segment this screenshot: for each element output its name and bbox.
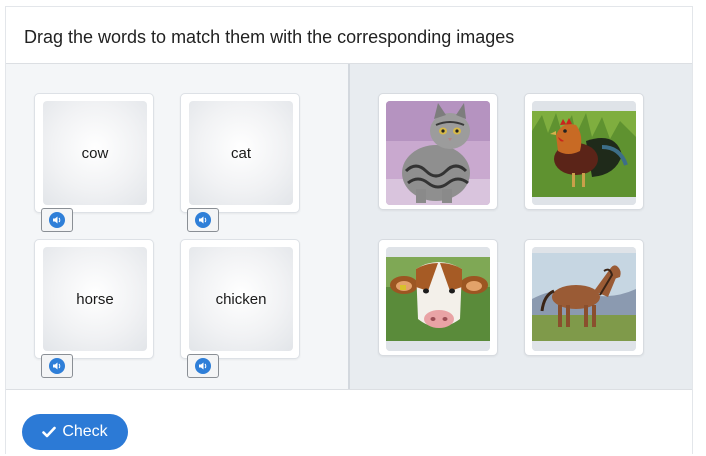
word-bank: cow cat horse chicken bbox=[6, 64, 350, 389]
word-card-face: cow bbox=[43, 101, 147, 205]
word-label: cat bbox=[230, 144, 251, 162]
audio-button-cat[interactable] bbox=[187, 208, 219, 232]
drop-target-cow[interactable] bbox=[378, 239, 498, 356]
audio-button-cow[interactable] bbox=[41, 208, 73, 232]
audio-button-horse[interactable] bbox=[41, 354, 73, 378]
horse-image bbox=[532, 247, 636, 351]
speaker-icon bbox=[49, 358, 65, 374]
word-card-face: horse bbox=[43, 247, 147, 351]
word-card-cat[interactable]: cat bbox=[180, 93, 300, 232]
cow-image bbox=[386, 247, 490, 351]
word-card-horse[interactable]: horse bbox=[34, 239, 154, 378]
drop-target-chicken[interactable] bbox=[524, 93, 644, 210]
speaker-icon bbox=[195, 212, 211, 228]
word-card-face: chicken bbox=[189, 247, 293, 351]
check-button-label: Check bbox=[62, 423, 108, 440]
audio-button-chicken[interactable] bbox=[187, 354, 219, 378]
instruction-text: Drag the words to match them with the co… bbox=[24, 27, 515, 47]
cat-image bbox=[386, 101, 490, 205]
chicken-image bbox=[532, 101, 636, 205]
word-card-face: cat bbox=[189, 101, 293, 205]
speaker-icon bbox=[49, 212, 65, 228]
drop-target-cat[interactable] bbox=[378, 93, 498, 210]
checkmark-icon bbox=[42, 425, 57, 439]
drop-target-horse[interactable] bbox=[524, 239, 644, 356]
activity-header: Drag the words to match them with the co… bbox=[6, 7, 692, 64]
check-button[interactable]: Check bbox=[22, 414, 128, 450]
activity-footer: Check bbox=[6, 389, 692, 455]
speaker-icon bbox=[195, 358, 211, 374]
word-label: cow bbox=[81, 144, 109, 162]
drag-and-drop-activity: Drag the words to match them with the co… bbox=[5, 6, 693, 455]
word-card-cow[interactable]: cow bbox=[34, 93, 154, 232]
image-drop-zone bbox=[350, 64, 692, 389]
word-card-chicken[interactable]: chicken bbox=[180, 239, 300, 378]
word-label: horse bbox=[76, 290, 114, 308]
word-label: chicken bbox=[215, 290, 267, 308]
